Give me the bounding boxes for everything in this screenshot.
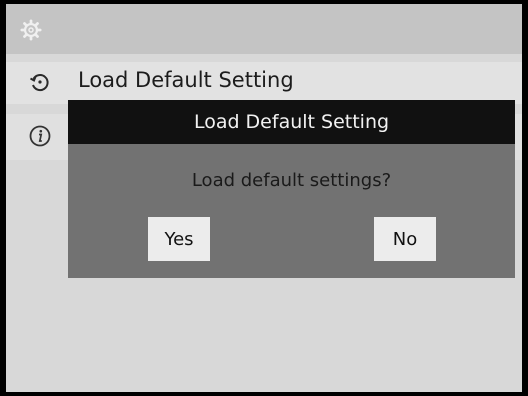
no-button[interactable]: No	[374, 217, 436, 261]
menu-item-label: Load Default Setting	[78, 68, 294, 92]
yes-button[interactable]: Yes	[148, 217, 210, 261]
device-screen: Load Default Setting Load Default Settin…	[6, 4, 522, 392]
info-icon	[29, 125, 51, 147]
confirm-dialog: Load Default Setting Load default settin…	[68, 100, 515, 278]
restore-icon	[30, 74, 49, 92]
top-bar	[6, 4, 522, 54]
dialog-title: Load Default Setting	[68, 100, 515, 144]
gear-icon[interactable]	[20, 19, 42, 41]
dialog-message: Load default settings?	[191, 170, 392, 191]
